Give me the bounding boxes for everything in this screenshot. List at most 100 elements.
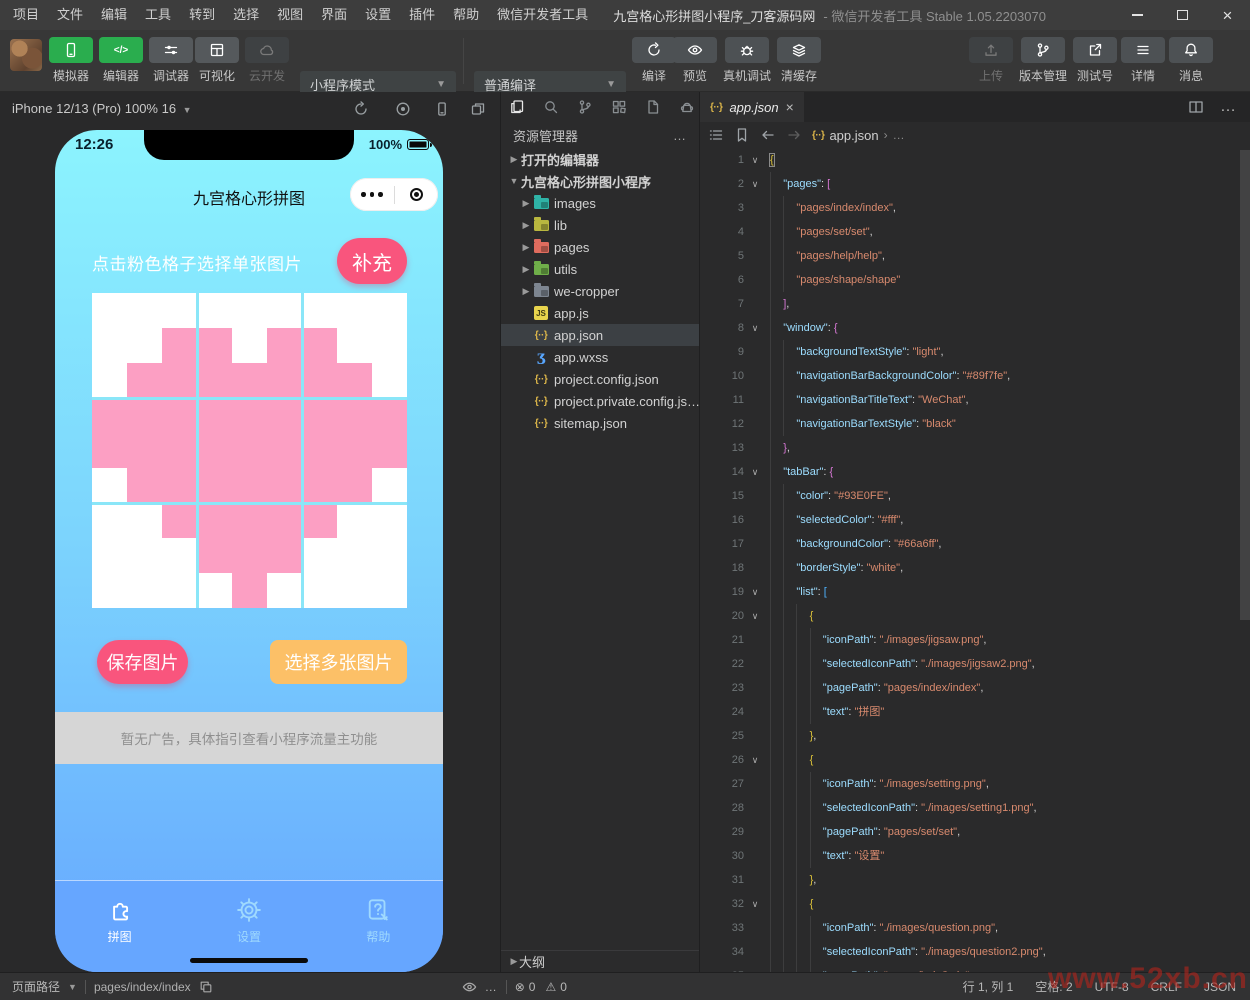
miniapp-tab-帮助[interactable]: 帮助 [314, 881, 443, 972]
breadcrumb[interactable]: {··} app.json › … [812, 128, 905, 143]
tree-item-打开的编辑器[interactable]: ▶ 打开的编辑器 [501, 148, 699, 170]
code-line-22[interactable]: 22 "selectedIconPath": "./images/jigsaw2.… [700, 652, 1250, 676]
tree-item-utils[interactable]: ▶ utils [501, 258, 699, 280]
heart-puzzle-grid[interactable] [92, 293, 407, 608]
code-line-35[interactable]: 35 "pagePath": "pages/help/help", [700, 964, 1250, 972]
multi-window-icon[interactable] [469, 100, 487, 118]
toolbar-button-可视化[interactable]: 可视化 [194, 37, 240, 84]
menu-项目[interactable]: 项目 [4, 0, 48, 30]
indent-setting[interactable]: 空格: 2 [1035, 978, 1072, 995]
toolbar-button-消息[interactable]: 消息 [1160, 37, 1222, 84]
exit-target-icon[interactable] [395, 188, 439, 201]
device-selector[interactable]: iPhone 12/13 (Pro) 100% 16 ▼ [12, 101, 191, 116]
eol-setting[interactable]: CRLF [1151, 980, 1182, 994]
tree-item-九宫格心形拼图小程序[interactable]: ▼ 九宫格心形拼图小程序 [501, 170, 699, 192]
code-line-20[interactable]: 20 ∨ { [700, 604, 1250, 628]
menu-视图[interactable]: 视图 [268, 0, 312, 30]
code-line-4[interactable]: 4 "pages/set/set", [700, 220, 1250, 244]
page-path-label[interactable]: 页面路径 [12, 978, 60, 995]
code-line-11[interactable]: 11 "navigationBarTitleText": "WeChat", [700, 388, 1250, 412]
code-line-5[interactable]: 5 "pages/help/help", [700, 244, 1250, 268]
user-avatar[interactable] [10, 39, 42, 71]
maximize-button[interactable] [1160, 0, 1205, 30]
fold-chevron-icon[interactable]: ∨ [748, 172, 762, 196]
code-line-31[interactable]: 31}, [700, 868, 1250, 892]
code-line-6[interactable]: 6 "pages/shape/shape" [700, 268, 1250, 292]
code-line-17[interactable]: 17 "backgroundColor": "#66a6ff", [700, 532, 1250, 556]
tree-item-images[interactable]: ▶ images [501, 192, 699, 214]
tab-app-json[interactable]: {··} app.json × [700, 92, 804, 122]
code-editor[interactable]: 1 ∨ {2 ∨ "pages": [3 "pages/index/index", 4 "pa… [700, 148, 1250, 972]
toolbar-button-编辑器[interactable]: </> 编辑器 [98, 37, 144, 84]
list-view-icon[interactable] [708, 127, 724, 143]
code-line-25[interactable]: 25}, [700, 724, 1250, 748]
code-line-23[interactable]: 23 "pagePath": "pages/index/index", [700, 676, 1250, 700]
save-image-button[interactable]: 保存图片 [97, 640, 188, 684]
refill-button[interactable]: 补充 [337, 238, 407, 284]
menu-选择[interactable]: 选择 [224, 0, 268, 30]
code-line-14[interactable]: 14 ∨ "tabBar": { [700, 460, 1250, 484]
split-editor-icon[interactable] [1188, 99, 1204, 115]
close-button[interactable]: × [1205, 0, 1250, 30]
menu-工具[interactable]: 工具 [136, 0, 180, 30]
outline-section[interactable]: ▶ 大纲 [501, 950, 699, 972]
npm-icon[interactable] [678, 99, 695, 116]
code-line-33[interactable]: 33 "iconPath": "./images/question.png", [700, 916, 1250, 940]
menu-微信开发者工具[interactable]: 微信开发者工具 [488, 0, 597, 30]
record-icon[interactable] [394, 100, 412, 118]
code-line-15[interactable]: 15 "color": "#93E0FE", [700, 484, 1250, 508]
extensions-icon[interactable] [610, 99, 627, 116]
fold-chevron-icon[interactable]: ∨ [748, 604, 762, 628]
fold-chevron-icon[interactable]: ∨ [748, 148, 762, 172]
bookmark-icon[interactable] [734, 127, 750, 143]
select-multiple-button[interactable]: 选择多张图片 [270, 640, 407, 684]
fold-chevron-icon[interactable]: ∨ [748, 316, 762, 340]
code-line-30[interactable]: 30 "text": "设置" [700, 844, 1250, 868]
code-line-3[interactable]: 3 "pages/index/index", [700, 196, 1250, 220]
more-menu-icon[interactable] [350, 192, 394, 197]
nav-back-icon[interactable] [760, 127, 776, 143]
code-line-8[interactable]: 8 ∨ "window": { [700, 316, 1250, 340]
toolbar-button-真机调试[interactable]: 真机调试 [717, 37, 777, 84]
code-line-1[interactable]: 1 ∨ { [700, 148, 1250, 172]
code-line-21[interactable]: 21 "iconPath": "./images/jigsaw.png", [700, 628, 1250, 652]
explorer-more-icon[interactable]: … [673, 128, 687, 143]
menu-转到[interactable]: 转到 [180, 0, 224, 30]
miniapp-tab-拼图[interactable]: 拼图 [55, 881, 184, 972]
tree-item-we-cropper[interactable]: ▶ we-cropper [501, 280, 699, 302]
code-line-19[interactable]: 19 ∨ "list": [ [700, 580, 1250, 604]
code-line-27[interactable]: 27 "iconPath": "./images/setting.png", [700, 772, 1250, 796]
menu-界面[interactable]: 界面 [312, 0, 356, 30]
tree-item-pages[interactable]: ▶ pages [501, 236, 699, 258]
search-icon[interactable] [542, 99, 559, 116]
code-line-18[interactable]: 18 "borderStyle": "white", [700, 556, 1250, 580]
menu-编辑[interactable]: 编辑 [92, 0, 136, 30]
menu-插件[interactable]: 插件 [400, 0, 444, 30]
rotate-icon[interactable] [352, 100, 370, 118]
problems-indicator[interactable]: ⊗ 0 ⚠ 0 [515, 980, 567, 994]
code-line-9[interactable]: 9 "backgroundTextStyle": "light", [700, 340, 1250, 364]
editor-scrollbar[interactable] [1240, 150, 1250, 620]
device-frame-icon[interactable] [433, 100, 451, 118]
tree-item-project.private.config.js…[interactable]: {··} project.private.config.js… [501, 390, 699, 412]
fold-chevron-icon[interactable]: ∨ [748, 748, 762, 772]
nav-forward-icon[interactable] [786, 127, 802, 143]
close-tab-icon[interactable]: × [786, 99, 794, 115]
toolbar-button-模拟器[interactable]: 模拟器 [48, 37, 94, 84]
code-line-10[interactable]: 10 "navigationBarBackgroundColor": "#89f7… [700, 364, 1250, 388]
code-line-24[interactable]: 24 "text": "拼图" [700, 700, 1250, 724]
fold-chevron-icon[interactable]: ∨ [748, 460, 762, 484]
toolbar-button-预览[interactable]: 预览 [665, 37, 725, 84]
files-icon[interactable] [508, 99, 525, 116]
toolbar-button-云开发[interactable]: 云开发 [244, 37, 290, 84]
code-line-32[interactable]: 32 ∨ { [700, 892, 1250, 916]
tree-item-project.config.json[interactable]: {··} project.config.json [501, 368, 699, 390]
code-line-13[interactable]: 13}, [700, 436, 1250, 460]
code-line-34[interactable]: 34 "selectedIconPath": "./images/question… [700, 940, 1250, 964]
code-line-2[interactable]: 2 ∨ "pages": [ [700, 172, 1250, 196]
code-line-29[interactable]: 29 "pagePath": "pages/set/set", [700, 820, 1250, 844]
editor-more-icon[interactable]: … [1220, 98, 1236, 116]
menu-帮助[interactable]: 帮助 [444, 0, 488, 30]
code-line-26[interactable]: 26 ∨ { [700, 748, 1250, 772]
fold-chevron-icon[interactable]: ∨ [748, 580, 762, 604]
